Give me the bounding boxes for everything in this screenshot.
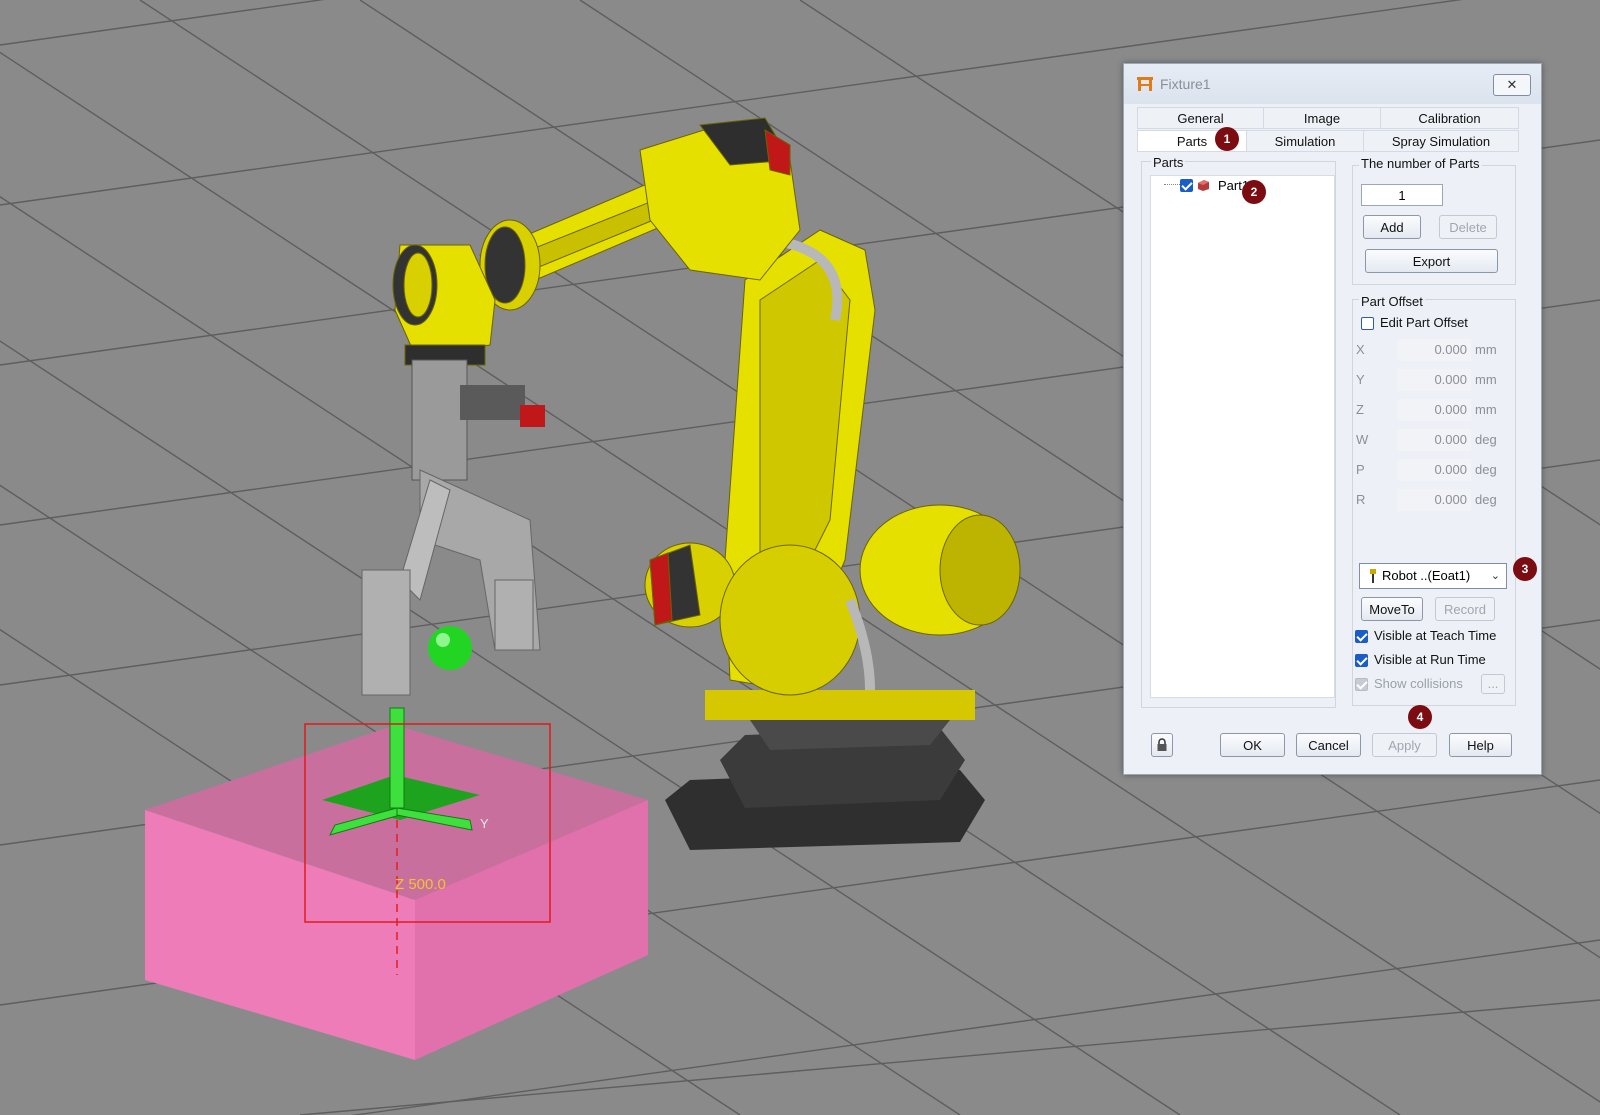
- number-of-parts-input[interactable]: 1: [1361, 184, 1443, 206]
- offset-r-field[interactable]: 0.000: [1397, 489, 1471, 511]
- offset-x-field[interactable]: 0.000: [1397, 339, 1471, 361]
- show-collisions-checkbox[interactable]: [1355, 678, 1368, 691]
- visible-run-checkbox[interactable]: [1355, 654, 1368, 667]
- offset-x-unit: mm: [1475, 342, 1497, 357]
- lock-button[interactable]: [1151, 733, 1173, 757]
- offset-r-unit: deg: [1475, 492, 1497, 507]
- tab-calibration[interactable]: Calibration: [1380, 107, 1519, 129]
- tab-image[interactable]: Image: [1263, 107, 1381, 129]
- callout-marker-2: 2: [1242, 180, 1266, 204]
- offset-z-field[interactable]: 0.000: [1397, 399, 1471, 421]
- moveto-button[interactable]: MoveTo: [1361, 597, 1423, 621]
- help-button[interactable]: Help: [1449, 733, 1512, 757]
- tree-connector: [1164, 184, 1180, 185]
- record-button[interactable]: Record: [1435, 597, 1495, 621]
- offset-w-field[interactable]: 0.000: [1397, 429, 1471, 451]
- close-icon: ✕: [1506, 77, 1518, 92]
- z-readout: Z 500.0: [395, 876, 446, 893]
- callout-marker-3: 3: [1513, 557, 1537, 581]
- offset-y-label: Y: [1356, 372, 1365, 387]
- number-of-parts-label: The number of Parts: [1359, 156, 1482, 171]
- add-button[interactable]: Add: [1363, 215, 1421, 239]
- parts-tree[interactable]: [1150, 175, 1335, 698]
- chevron-down-icon: ⌄: [1490, 570, 1500, 582]
- robot-tool-icon: [1370, 569, 1376, 583]
- visible-teach-label: Visible at Teach Time: [1374, 628, 1497, 643]
- tab-spray-simulation[interactable]: Spray Simulation: [1363, 130, 1519, 152]
- target-sphere[interactable]: [428, 626, 472, 670]
- offset-w-label: W: [1356, 432, 1369, 447]
- edit-part-offset-checkbox[interactable]: [1361, 317, 1374, 330]
- show-collisions-label: Show collisions: [1374, 676, 1463, 691]
- offset-y-field[interactable]: 0.000: [1397, 369, 1471, 391]
- tab-general[interactable]: General: [1137, 107, 1264, 129]
- offset-p-field[interactable]: 0.000: [1397, 459, 1471, 481]
- robot-select-value: Robot ..(Eoat1): [1382, 568, 1471, 583]
- offset-p-label: P: [1356, 462, 1365, 477]
- lock-icon: [1157, 738, 1167, 751]
- offset-p-unit: deg: [1475, 462, 1497, 477]
- offset-y-unit: mm: [1475, 372, 1497, 387]
- offset-z-label: Z: [1356, 402, 1364, 417]
- robot-select[interactable]: Robot ..(Eoat1) ⌄: [1359, 563, 1507, 589]
- cancel-button[interactable]: Cancel: [1296, 733, 1361, 757]
- fixture-icon: [1137, 77, 1153, 91]
- dialog-title: Fixture1: [1160, 76, 1211, 92]
- callout-marker-1: 1: [1215, 127, 1239, 151]
- visible-run-label: Visible at Run Time: [1374, 652, 1486, 667]
- dialog-titlebar[interactable]: Fixture1 ✕: [1124, 64, 1541, 104]
- export-button[interactable]: Export: [1365, 249, 1498, 273]
- offset-x-label: X: [1356, 342, 1365, 357]
- part-icon: [1198, 180, 1209, 191]
- edit-part-offset-label: Edit Part Offset: [1380, 315, 1468, 330]
- parts-group-label: Parts: [1151, 155, 1186, 170]
- offset-z-unit: mm: [1475, 402, 1497, 417]
- part1-checkbox[interactable]: [1180, 179, 1193, 192]
- ok-button[interactable]: OK: [1220, 733, 1285, 757]
- apply-button[interactable]: Apply: [1372, 733, 1437, 757]
- callout-marker-4: 4: [1408, 705, 1432, 729]
- y-axis-label: Y: [480, 816, 489, 831]
- offset-w-unit: deg: [1475, 432, 1497, 447]
- offset-r-label: R: [1356, 492, 1366, 507]
- show-collisions-more-button[interactable]: ...: [1481, 674, 1505, 694]
- delete-button[interactable]: Delete: [1439, 215, 1497, 239]
- visible-teach-checkbox[interactable]: [1355, 630, 1368, 643]
- close-button[interactable]: ✕: [1493, 74, 1531, 96]
- part-offset-label: Part Offset: [1359, 294, 1425, 309]
- tab-simulation[interactable]: Simulation: [1246, 130, 1364, 152]
